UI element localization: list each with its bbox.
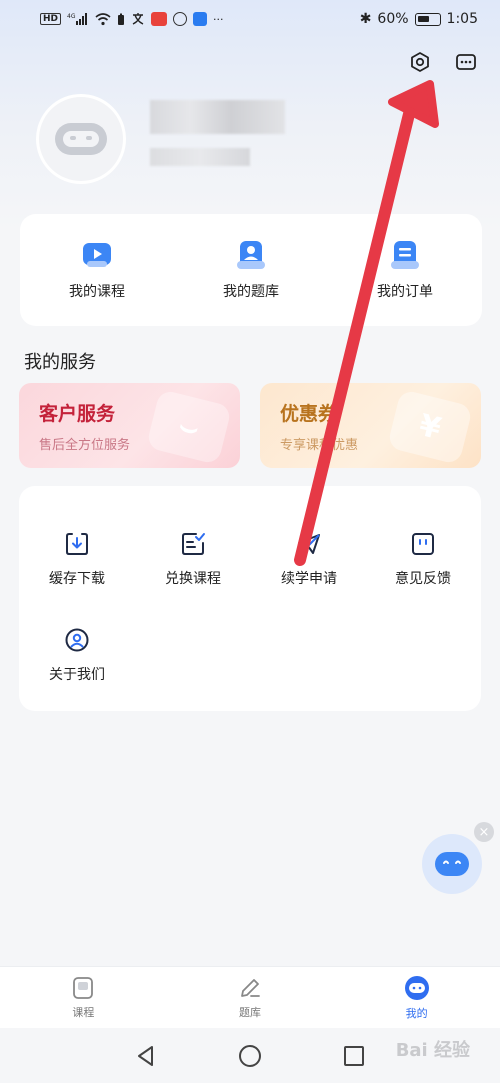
robot-assistant-icon	[435, 852, 469, 876]
about-us-item[interactable]: 关于我们	[19, 626, 135, 684]
service-label: 关于我们	[49, 667, 105, 683]
exchange-course-item[interactable]: 兑换课程	[135, 530, 251, 588]
services-grid-card: 缓存下载 兑换课程 续学申请 意见反馈 关于我们	[19, 486, 481, 711]
username-redacted	[150, 100, 285, 134]
app-circle-icon	[173, 12, 188, 26]
close-icon[interactable]: ×	[474, 822, 494, 842]
coupon-card[interactable]: 优惠券 专享课程优惠 ¥	[260, 383, 481, 468]
services-section-title: 我的服务	[24, 352, 96, 373]
status-bar: HD 4G ··· ✱ 60% 1:05	[0, 0, 500, 38]
service-label: 意见反馈	[395, 571, 451, 587]
renew-study-item[interactable]: 续学申请	[251, 530, 367, 588]
battery-level	[417, 15, 429, 22]
wifi-icon	[95, 12, 111, 25]
tab-question-bank[interactable]: 题库	[167, 967, 334, 1028]
battery-saver-icon	[118, 13, 125, 25]
settings-button[interactable]	[408, 50, 432, 74]
app-red-icon	[151, 12, 168, 26]
floating-assistant-button[interactable]	[422, 834, 482, 894]
cache-download-item[interactable]: 缓存下载	[19, 530, 135, 588]
quick-link-label: 我的题库	[223, 284, 279, 300]
my-question-bank-link[interactable]: 我的题库	[174, 214, 328, 326]
send-icon	[295, 530, 323, 558]
battery-icon	[414, 12, 441, 26]
feedback-item[interactable]: 意见反馈	[365, 530, 481, 588]
more-icon	[456, 54, 476, 70]
tab-label: 题库	[239, 1005, 261, 1019]
about-icon	[63, 626, 91, 654]
more-button[interactable]	[454, 50, 478, 74]
tab-me[interactable]: 我的	[333, 967, 500, 1028]
recents-icon[interactable]	[342, 1044, 366, 1068]
order-icon	[389, 239, 421, 271]
me-tab-icon	[404, 975, 429, 1000]
feedback-icon	[409, 530, 437, 558]
tab-course[interactable]: 课程	[0, 967, 167, 1028]
course-tab-icon	[73, 976, 94, 999]
tab-label: 我的	[405, 1006, 428, 1020]
app-blue-icon	[193, 12, 208, 26]
service-label: 续学申请	[281, 571, 337, 587]
header-actions	[408, 50, 478, 74]
signal-4g-icon: 4G	[67, 13, 88, 25]
status-right: ✱ 60% 1:05	[360, 11, 478, 27]
status-left: HD 4G ···	[40, 12, 224, 26]
service-label: 兑换课程	[165, 571, 221, 587]
service-label: 缓存下载	[49, 571, 105, 587]
download-icon	[63, 530, 91, 558]
tab-label: 课程	[72, 1005, 95, 1019]
my-orders-link[interactable]: 我的订单	[328, 214, 482, 326]
robot-avatar-icon	[55, 123, 107, 155]
bluetooth-icon: ✱	[359, 11, 372, 27]
pen-tab-icon	[241, 978, 260, 997]
user-question-icon	[235, 239, 267, 271]
more-notifications-icon: ···	[213, 12, 224, 26]
hd-badge: HD	[40, 13, 62, 25]
quick-links-card: 我的课程 我的题库 我的订单	[20, 214, 482, 326]
quick-link-label: 我的课程	[69, 284, 125, 300]
avatar[interactable]	[36, 94, 126, 184]
back-icon[interactable]	[134, 1044, 158, 1068]
clock: 1:05	[446, 11, 478, 27]
quick-link-label: 我的订单	[377, 284, 433, 300]
translate-icon	[132, 13, 144, 25]
home-icon[interactable]	[238, 1044, 262, 1068]
watermark-logo: Bai 经验	[395, 1040, 470, 1061]
svg-text:4G: 4G	[67, 13, 76, 20]
customer-service-card[interactable]: 客户服务 售后全方位服务 ⌣	[19, 383, 240, 468]
exchange-icon	[179, 530, 207, 558]
battery-percent: 60%	[377, 11, 409, 27]
play-course-icon	[81, 239, 113, 271]
user-subtitle-redacted	[150, 148, 250, 166]
bottom-tab-bar: 课程 题库 我的	[0, 966, 500, 1028]
my-courses-link[interactable]: 我的课程	[20, 214, 174, 326]
settings-hex-icon	[411, 52, 429, 72]
